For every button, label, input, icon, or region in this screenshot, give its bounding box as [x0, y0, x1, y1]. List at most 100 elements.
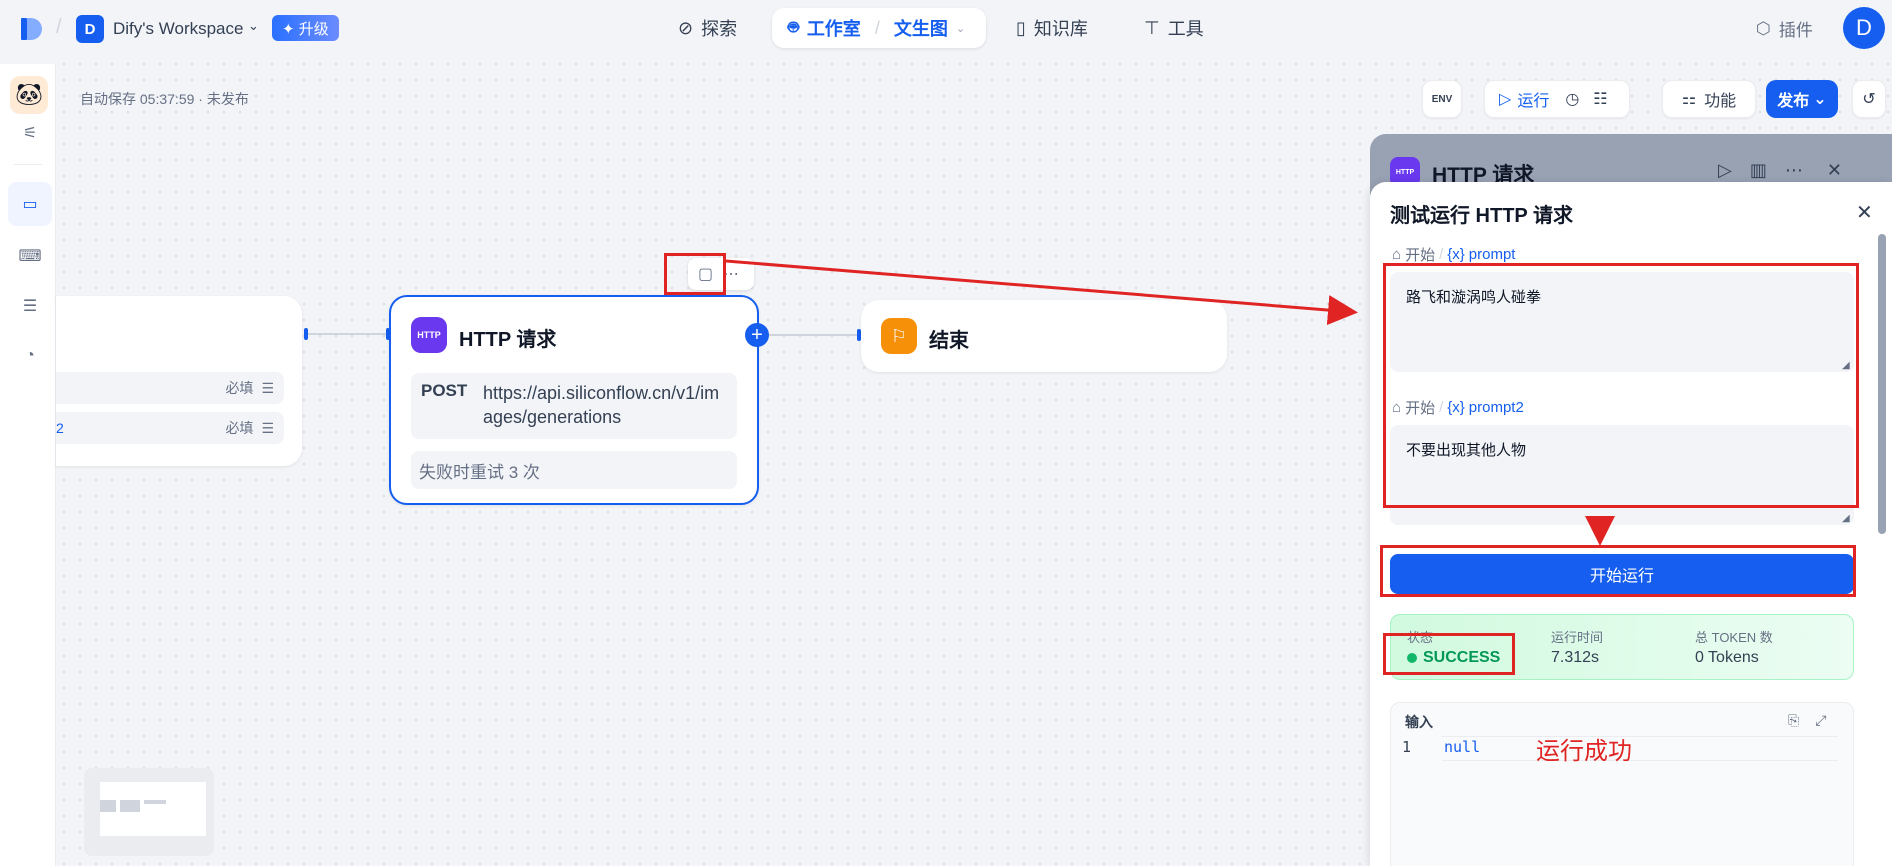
chevron-down-icon[interactable]: ⌄ [248, 18, 259, 34]
nav-tools-label: 工具 [1167, 19, 1204, 39]
variable-source: 开始 [1405, 247, 1436, 264]
code-value: null [1444, 738, 1481, 756]
settings-sliders-icon[interactable]: ⚟ [8, 118, 52, 148]
resize-handle-icon[interactable]: ◢ [1842, 513, 1850, 524]
add-node-plus-icon[interactable]: + [745, 323, 769, 347]
features-button[interactable]: ⚏ 功能 [1662, 80, 1756, 118]
start-variable-row[interactable]: 2 必填 ☰ [56, 412, 284, 444]
env-button[interactable]: ENV [1422, 80, 1462, 118]
history-run-icon[interactable]: ◷ [1565, 89, 1579, 109]
plugins-label: 插件 [1778, 21, 1813, 40]
logs-icon[interactable]: ☰ [8, 284, 52, 328]
top-nav: / D Dify's Workspace ⌄ ✦ 升级 ⊘ 探索 🤖︎ 工作室 … [0, 0, 1892, 56]
annotation-box [1383, 633, 1515, 675]
app-avatar-icon[interactable]: 🐼︎ [10, 76, 48, 114]
dify-logo-icon[interactable] [18, 16, 44, 42]
book-open-icon[interactable]: ▥ [1750, 160, 1767, 181]
copy-icon[interactable]: ⎘ [1788, 712, 1799, 729]
version-history-button[interactable]: ↺ [1852, 80, 1886, 118]
annotation-box [1380, 545, 1856, 597]
chevron-down-icon: ⌄ [1813, 91, 1827, 108]
run-button[interactable]: 运行 [1517, 87, 1549, 111]
token-label: 总 TOKEN 数 [1695, 630, 1773, 645]
close-icon[interactable]: ✕ [1827, 160, 1842, 181]
expand-icon[interactable]: ⤢ [1815, 712, 1826, 729]
text-lines-icon: ☰ [261, 419, 274, 436]
features-icon: ⚏ [1681, 91, 1697, 108]
url-box: POST https://api.siliconflow.cn/v1/image… [411, 373, 737, 439]
checklist-icon[interactable]: ☷ [1593, 89, 1607, 109]
edge-http-end [769, 334, 859, 336]
minimap-node [120, 800, 140, 812]
nav-knowledge[interactable]: ▯ 知识库 [1016, 10, 1088, 46]
cube-icon: ⬡ [1756, 18, 1771, 38]
end-node[interactable]: ⚐ 结束 [861, 300, 1227, 372]
play-icon[interactable]: ▷ [1499, 89, 1511, 109]
start-variable-row[interactable]: 必填 ☰ [56, 372, 284, 404]
minimap-node [144, 800, 166, 804]
http-icon: HTTP [411, 317, 447, 353]
orchestrate-icon[interactable]: ▭ [8, 182, 52, 226]
hammer-icon: ⊤ [1144, 17, 1160, 38]
annotation-text: 运行成功 [1536, 738, 1632, 765]
node-config-actions: ▷ ▥ ⋯ ✕ [1718, 160, 1842, 181]
close-icon[interactable]: ✕ [1856, 200, 1873, 225]
retry-info: 失败时重试 3 次 [411, 451, 737, 489]
chevron-down-icon[interactable]: ⌄ [956, 22, 965, 35]
required-label: 必填 [225, 380, 254, 396]
history-icon: ↺ [1862, 91, 1876, 108]
robot-icon: 🤖︎ [788, 16, 799, 37]
nav-app-name[interactable]: 文生图 [894, 15, 948, 41]
test-run-title: 测试运行 HTTP 请求 [1390, 205, 1573, 227]
path-divider: / [1439, 246, 1444, 263]
end-flag-icon: ⚐ [881, 318, 917, 354]
publish-label: 发布 [1777, 93, 1810, 110]
annotation-box [1383, 263, 1859, 508]
more-icon[interactable]: ⋯ [1785, 160, 1803, 181]
io-actions: ⎘ ⤢ [1788, 712, 1826, 729]
compass-icon: ⊘ [678, 17, 694, 38]
nav-explore[interactable]: ⊘ 探索 [678, 10, 737, 46]
nav-tools[interactable]: ⊤ 工具 [1144, 10, 1204, 46]
run-time-value: 7.312s [1551, 649, 1600, 666]
node-title: 结束 [929, 330, 969, 352]
variable-name: prompt [1468, 246, 1516, 263]
input-variable-label: ⌂ 开始 / {x} prompt [1392, 244, 1515, 265]
autosave-status: 自动保存 05:37:59 · 未发布 [80, 91, 249, 107]
publish-button[interactable]: 发布 ⌄ [1766, 80, 1838, 118]
monitoring-icon[interactable]: ◔ [8, 334, 52, 378]
http-url: https://api.siliconflow.cn/v1/images/gen… [483, 383, 720, 427]
code-line-highlight [1442, 736, 1838, 761]
plugins-button[interactable]: ⬡ 插件 [1756, 16, 1813, 41]
token-value: 0 Tokens [1695, 649, 1759, 666]
minimap-node [100, 800, 116, 812]
line-number: 1 [1402, 738, 1412, 756]
left-sidebar: 🐼︎ ⚟ ▭ ⌨ ☰ ◔ [0, 64, 56, 866]
nav-explore-label: 探索 [701, 19, 738, 39]
text-lines-icon: ☰ [261, 379, 274, 396]
required-label: 必填 [225, 420, 254, 436]
variable-prefix-icon: {x} [1447, 246, 1465, 263]
io-label: 输入 [1405, 714, 1433, 730]
edge-start-http [308, 333, 388, 335]
nav-studio[interactable]: 🤖︎ 工作室 / 文生图 ⌄ [772, 8, 986, 48]
sidebar-divider [14, 164, 42, 165]
io-box [1390, 702, 1854, 866]
play-icon[interactable]: ▷ [1718, 160, 1732, 181]
breadcrumb-divider: / [56, 16, 62, 38]
panel-scrollbar[interactable] [1878, 234, 1886, 534]
run-time-label: 运行时间 [1551, 630, 1604, 645]
start-node[interactable]: 必填 ☰ 2 必填 ☰ [56, 296, 302, 466]
variable-badge: 2 [56, 420, 64, 436]
book-icon: ▯ [1016, 17, 1026, 38]
upgrade-button[interactable]: ✦ 升级 [272, 15, 339, 41]
workspace-avatar[interactable]: D [76, 15, 104, 43]
env-icon: ENV [1431, 93, 1453, 105]
nav-separator: / [874, 17, 880, 38]
user-avatar[interactable]: D [1843, 7, 1885, 49]
workspace-name[interactable]: Dify's Workspace [113, 19, 243, 39]
http-request-node[interactable]: HTTP HTTP 请求 POST https://api.siliconflo… [389, 295, 759, 505]
home-icon: ⌂ [1392, 246, 1402, 263]
node-title: HTTP 请求 [459, 329, 557, 351]
api-terminal-icon[interactable]: ⌨ [8, 234, 52, 278]
